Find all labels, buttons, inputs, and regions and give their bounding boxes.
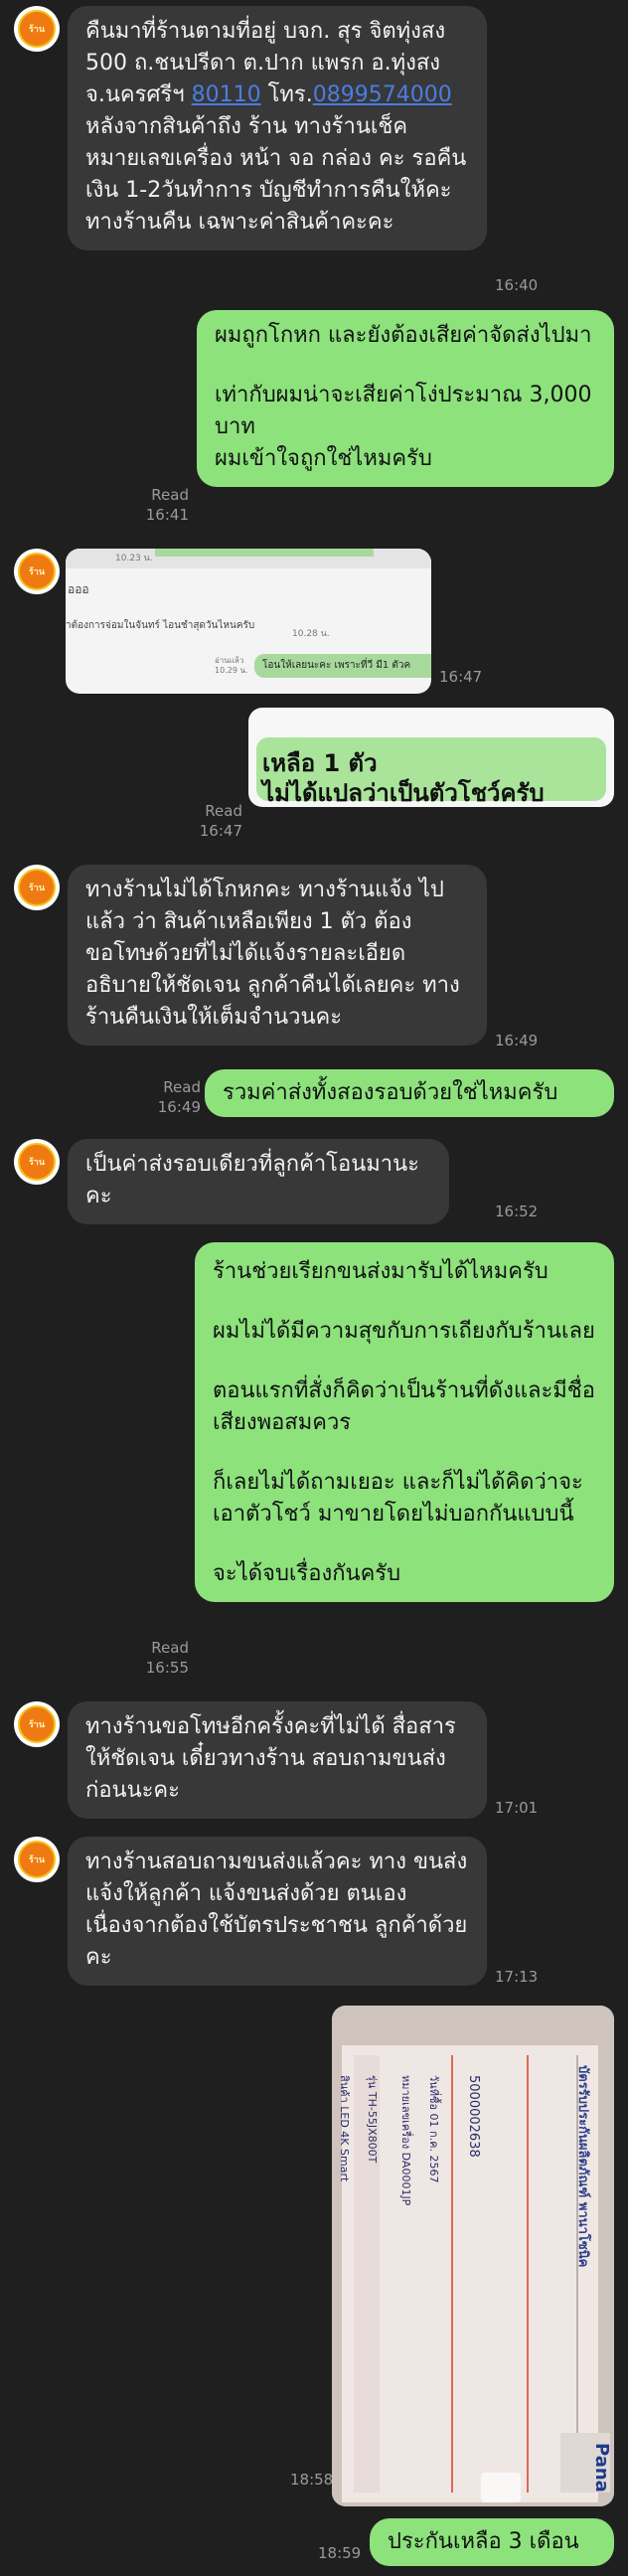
message-bubble-outgoing[interactable]: ผมถูกโกหก และยังต้องเสียค่าจัดส่งไปมา เท… (197, 310, 614, 487)
message-text: หลังจากสินค้าถึง ร้าน ทางร้านเช็คหมายเลข… (85, 114, 467, 235)
timestamp: 16:55 (145, 1659, 189, 1677)
timestamp: 16:41 (145, 506, 189, 524)
timestamp: 17:13 (495, 1968, 539, 1986)
shop-avatar[interactable]: ร้าน (14, 865, 60, 910)
postal-code-link[interactable]: 80110 (192, 82, 261, 107)
outgoing-image[interactable]: เหลือ 1 ตัว ไม่ได้แปลว่าเป็นตัวโชว์ครับ (248, 708, 614, 807)
message-text: เท่ากับผมน่าจะเสียค่าโง่ประมาณ 3,000 บาท… (215, 383, 592, 471)
timestamp: 16:49 (495, 1032, 539, 1049)
timestamp: 17:01 (495, 1799, 539, 1817)
read-label: Read (151, 486, 189, 504)
message-text: จะได้จบเรื่องกันครับ (213, 1561, 401, 1586)
message-bubble-outgoing[interactable]: ประกันเหลือ 3 เดือน (370, 2518, 614, 2566)
read-label: Read (205, 802, 242, 820)
message-text: โทร. (267, 82, 313, 107)
message-text: เป็นค่าส่งรอบเดียวที่ลูกค้าโอนมานะ คะ (85, 1152, 419, 1208)
timestamp: 18:59 (318, 2544, 362, 2562)
shop-logo: ร้าน (18, 1143, 56, 1181)
read-receipt: Read 16:47 (193, 801, 242, 841)
message-text: ผมไม่ได้มีความสุขกับการเถียงกับร้านเลย (213, 1319, 595, 1344)
message-bubble-incoming[interactable]: เป็นค่าส่งรอบเดียวที่ลูกค้าโอนมานะ คะ (68, 1139, 449, 1224)
brand-logo-text: Pana (591, 2443, 612, 2493)
receipt-text: สินค้า LED 4K Smart (338, 2075, 351, 2182)
shop-logo: ร้าน (18, 10, 56, 48)
receipt-title: บัตรรับประกันผลิตภัณฑ์ พานาโซนิค (575, 2065, 590, 2268)
message-bubble-incoming[interactable]: ทางร้านสอบถามขนส่งแล้วคะ ทาง ขนส่งแจ้งให… (68, 1837, 487, 1986)
message-text: ทางร้านไม่ได้โกหกคะ ทางร้านแจ้ง ไปแล้ว ว… (85, 878, 460, 1030)
message-bubble-outgoing[interactable]: รวมค่าส่งทั้งสองรอบด้วยใช่ไหมครับ (205, 1069, 614, 1117)
shop-logo: ร้าน (18, 1705, 56, 1743)
timestamp: 16:40 (495, 276, 539, 294)
timestamp: 16:49 (157, 1098, 201, 1116)
image-text: 10.23 น. (115, 554, 153, 564)
shop-avatar[interactable]: ร้าน (14, 1837, 60, 1882)
timestamp: 16:47 (199, 822, 242, 840)
shop-avatar[interactable]: ร้าน (14, 1139, 60, 1185)
chat-screenshot-image[interactable]: 10.23 น. อออ ำต้องการจ่อมในจันทร์ ไอนชำส… (66, 549, 431, 694)
message-text: ร้านช่วยเรียกขนส่งมารับได้ไหมครับ (213, 1259, 549, 1284)
timestamp: 16:52 (495, 1203, 539, 1220)
shop-logo: ร้าน (18, 869, 56, 906)
shop-avatar[interactable]: ร้าน (14, 1701, 60, 1747)
message-bubble-incoming[interactable]: ทางร้านไม่ได้โกหกคะ ทางร้านแจ้ง ไปแล้ว ว… (68, 865, 487, 1046)
shop-logo: ร้าน (18, 1841, 56, 1878)
read-label: Read (163, 1078, 201, 1096)
image-text: โอนให้เลยนะคะ เพราะที่วี มี1 ตัวค (262, 660, 411, 671)
receipt-text: 5000002638 (466, 2075, 481, 2158)
read-receipt: Read 16:55 (139, 1638, 189, 1678)
receipt-text: รุ่น TH-55JX800T (366, 2075, 379, 2164)
shop-avatar[interactable]: ร้าน (14, 549, 60, 594)
message-text: ตอนแรกที่สั่งก็คิดว่าเป็นร้านที่ดังและมี… (213, 1378, 595, 1435)
message-bubble-incoming[interactable]: ทางร้านขอโทษอีกครั้งคะที่ไม่ได้ สื่อสารใ… (68, 1701, 487, 1819)
message-text: ทางร้านขอโทษอีกครั้งคะที่ไม่ได้ สื่อสารใ… (85, 1714, 456, 1803)
image-text: ำต้องการจ่อมในจันทร์ ไอนชำสุดวันไหนครับ (66, 620, 255, 631)
receipt-text: หมายเลขเครื่อง DA0001JP (399, 2075, 412, 2206)
message-bubble-outgoing[interactable]: ร้านช่วยเรียกขนส่งมารับได้ไหมครับ ผมไม่ไ… (195, 1242, 614, 1602)
message-text: ผมถูกโกหก และยังต้องเสียค่าจัดส่งไปมา (215, 323, 592, 348)
image-text: 10.28 น. (292, 629, 330, 639)
image-text: อออ (68, 582, 89, 596)
read-receipt: Read 16:41 (139, 485, 189, 525)
shop-logo: ร้าน (18, 553, 56, 590)
message-text: ประกันเหลือ 3 เดือน (388, 2529, 579, 2554)
message-text: ก็เลยไม่ได้ถามเยอะ และก็ไม่ได้คิดว่าจะเอ… (213, 1470, 583, 1527)
read-label: Read (151, 1639, 189, 1657)
shop-avatar[interactable]: ร้าน (14, 6, 60, 52)
warranty-card-photo[interactable]: บัตรรับประกันผลิตภัณฑ์ พานาโซนิค สินค้า … (332, 2006, 614, 2506)
image-text: ไม่ได้แปลว่าเป็นตัวโชว์ครับ (262, 779, 545, 807)
message-text: ทางร้านสอบถามขนส่งแล้วคะ ทาง ขนส่งแจ้งให… (85, 1850, 468, 1970)
receipt-text: วันที่ซื้อ 01 ก.ค. 2567 (427, 2075, 440, 2183)
timestamp: 16:47 (439, 668, 483, 686)
message-text: รวมค่าส่งทั้งสองรอบด้วยใช่ไหมครับ (223, 1080, 558, 1105)
phone-number-link[interactable]: 0899574000 (313, 82, 452, 107)
message-bubble-incoming[interactable]: คืนมาที่ร้านตามที่อยู่ บจก. สุร จิตทุ่งส… (68, 6, 487, 250)
read-receipt: Read 16:49 (151, 1077, 201, 1117)
image-text: อ่านแล้ว 10.29 น. (215, 656, 248, 675)
timestamp: 18:58 (290, 2471, 334, 2489)
